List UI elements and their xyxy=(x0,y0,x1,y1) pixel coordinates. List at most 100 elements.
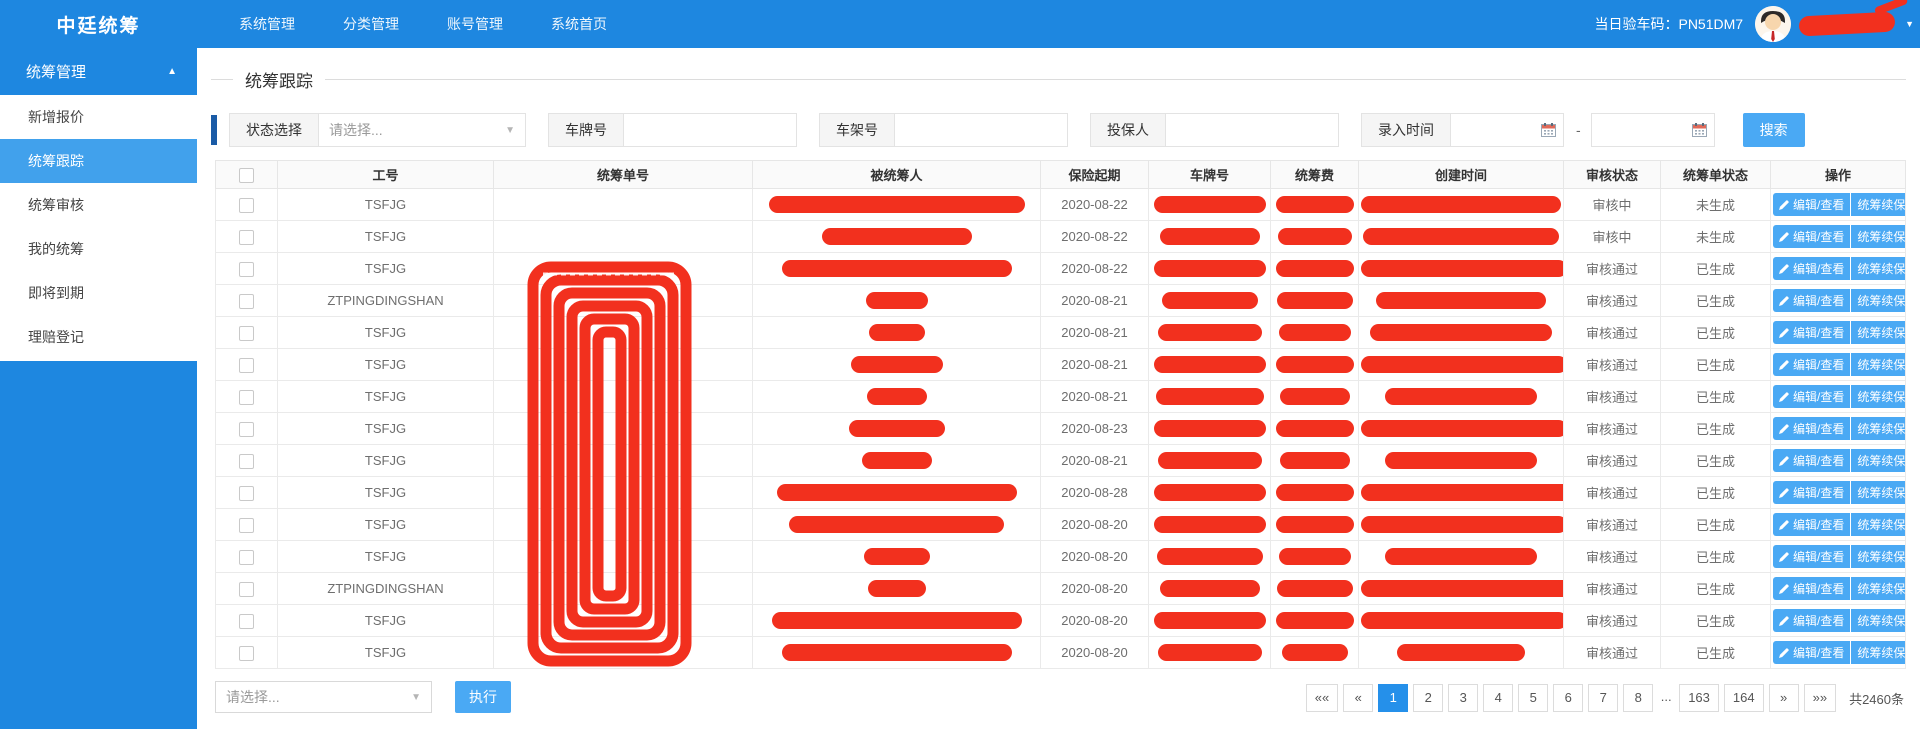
row-checkbox[interactable] xyxy=(239,582,254,597)
renew-button[interactable]: 统筹续保 xyxy=(1851,289,1905,312)
edit-view-button[interactable]: 编辑/查看 xyxy=(1773,577,1850,600)
renew-button[interactable]: 统筹续保 xyxy=(1851,353,1905,376)
entry-time-to-input[interactable] xyxy=(1592,114,1714,146)
sidebar-item[interactable]: 即将到期 xyxy=(0,271,197,315)
page-button-current[interactable]: 1 xyxy=(1378,684,1408,712)
cell-start-date: 2020-08-22 xyxy=(1041,253,1149,285)
page-button[interactable]: 164 xyxy=(1724,684,1764,712)
checkbox-cell xyxy=(216,349,278,381)
renew-button[interactable]: 统筹续保 xyxy=(1851,513,1905,536)
page-button[interactable]: 6 xyxy=(1553,684,1583,712)
edit-view-button[interactable]: 编辑/查看 xyxy=(1773,609,1850,632)
insured-input[interactable] xyxy=(1166,114,1338,146)
row-checkbox[interactable] xyxy=(239,454,254,469)
renew-button[interactable]: 统筹续保 xyxy=(1851,417,1905,440)
page-button[interactable]: 8 xyxy=(1623,684,1653,712)
page-button[interactable]: 3 xyxy=(1448,684,1478,712)
checkbox-cell xyxy=(216,605,278,637)
navbar-right: 当日验车码：PN51DM7 ▼ xyxy=(1594,0,1914,48)
edit-view-button[interactable]: 编辑/查看 xyxy=(1773,353,1850,376)
nav-item-1[interactable]: 系统管理 xyxy=(215,0,319,48)
page-button[interactable]: 2 xyxy=(1413,684,1443,712)
vin-filter-label: 车架号 xyxy=(820,114,895,146)
row-checkbox[interactable] xyxy=(239,486,254,501)
redaction xyxy=(1276,196,1354,213)
execute-button[interactable]: 执行 xyxy=(455,681,511,713)
cell-plate xyxy=(1149,573,1271,605)
sidebar-item[interactable]: 新增报价 xyxy=(0,95,197,139)
edit-view-button[interactable]: 编辑/查看 xyxy=(1773,225,1850,248)
sidebar-item[interactable]: 理赔登记 xyxy=(0,315,197,359)
row-checkbox[interactable] xyxy=(239,198,254,213)
sidebar-item[interactable]: 统筹审核 xyxy=(0,183,197,227)
page-button[interactable]: 163 xyxy=(1679,684,1719,712)
redaction xyxy=(1154,484,1266,501)
renew-button[interactable]: 统筹续保 xyxy=(1851,193,1905,216)
entry-time-from-input[interactable] xyxy=(1451,114,1563,146)
chevron-down-icon[interactable]: ▼ xyxy=(1905,19,1914,29)
batch-action-select[interactable]: 请选择... ▼ xyxy=(215,681,432,713)
renew-button[interactable]: 统筹续保 xyxy=(1851,481,1905,504)
plate-input[interactable] xyxy=(624,114,796,146)
sidebar-item[interactable]: 我的统筹 xyxy=(0,227,197,271)
cell-plate xyxy=(1149,189,1271,221)
search-button[interactable]: 搜索 xyxy=(1743,113,1805,147)
renew-button[interactable]: 统筹续保 xyxy=(1851,257,1905,280)
renew-button[interactable]: 统筹续保 xyxy=(1851,321,1905,344)
select-all-checkbox[interactable] xyxy=(239,168,254,183)
page-button[interactable]: « xyxy=(1343,684,1373,712)
status-select[interactable]: 请选择... ▼ xyxy=(319,114,525,146)
edit-view-button[interactable]: 编辑/查看 xyxy=(1773,481,1850,504)
page-button[interactable]: » xyxy=(1769,684,1799,712)
row-checkbox[interactable] xyxy=(239,390,254,405)
nav-item-3[interactable]: 账号管理 xyxy=(423,0,527,48)
renew-button[interactable]: 统筹续保 xyxy=(1851,577,1905,600)
edit-view-button[interactable]: 编辑/查看 xyxy=(1773,545,1850,568)
row-checkbox[interactable] xyxy=(239,326,254,341)
page-button[interactable]: «« xyxy=(1306,684,1338,712)
nav-item-4[interactable]: 系统首页 xyxy=(527,0,631,48)
edit-view-button[interactable]: 编辑/查看 xyxy=(1773,641,1850,664)
renew-button[interactable]: 统筹续保 xyxy=(1851,449,1905,472)
cell-actions: 编辑/查看统筹续保 xyxy=(1771,253,1906,285)
vin-input[interactable] xyxy=(895,114,1067,146)
cell-policy-status: 已生成 xyxy=(1661,509,1771,541)
edit-view-button[interactable]: 编辑/查看 xyxy=(1773,449,1850,472)
cell-fee xyxy=(1271,317,1359,349)
edit-view-button[interactable]: 编辑/查看 xyxy=(1773,321,1850,344)
cell-plate xyxy=(1149,221,1271,253)
row-checkbox[interactable] xyxy=(239,230,254,245)
edit-view-button[interactable]: 编辑/查看 xyxy=(1773,385,1850,408)
edit-view-button[interactable]: 编辑/查看 xyxy=(1773,257,1850,280)
row-checkbox[interactable] xyxy=(239,422,254,437)
renew-button[interactable]: 统筹续保 xyxy=(1851,609,1905,632)
cell-insured xyxy=(753,605,1041,637)
row-checkbox[interactable] xyxy=(239,294,254,309)
page-button[interactable]: »» xyxy=(1804,684,1836,712)
edit-view-button[interactable]: 编辑/查看 xyxy=(1773,193,1850,216)
renew-button[interactable]: 统筹续保 xyxy=(1851,545,1905,568)
page-button[interactable]: 5 xyxy=(1518,684,1548,712)
row-checkbox[interactable] xyxy=(239,358,254,373)
renew-button[interactable]: 统筹续保 xyxy=(1851,641,1905,664)
pencil-icon xyxy=(1779,488,1789,498)
page-button[interactable]: 7 xyxy=(1588,684,1618,712)
edit-view-button[interactable]: 编辑/查看 xyxy=(1773,289,1850,312)
sidebar-group-tongchou[interactable]: 统筹管理 ▲ xyxy=(0,48,197,95)
row-checkbox[interactable] xyxy=(239,614,254,629)
page-button[interactable]: 4 xyxy=(1483,684,1513,712)
row-checkbox[interactable] xyxy=(239,518,254,533)
user-avatar[interactable] xyxy=(1755,6,1791,42)
redaction xyxy=(1363,228,1559,245)
sidebar-item[interactable]: 统筹跟踪 xyxy=(0,139,197,183)
row-checkbox[interactable] xyxy=(239,550,254,565)
row-checkbox[interactable] xyxy=(239,646,254,661)
edit-view-button[interactable]: 编辑/查看 xyxy=(1773,417,1850,440)
cell-actions: 编辑/查看统筹续保 xyxy=(1771,605,1906,637)
row-checkbox[interactable] xyxy=(239,262,254,277)
renew-button[interactable]: 统筹续保 xyxy=(1851,385,1905,408)
nav-item-2[interactable]: 分类管理 xyxy=(319,0,423,48)
edit-view-button[interactable]: 编辑/查看 xyxy=(1773,513,1850,536)
cell-plate xyxy=(1149,381,1271,413)
renew-button[interactable]: 统筹续保 xyxy=(1851,225,1905,248)
